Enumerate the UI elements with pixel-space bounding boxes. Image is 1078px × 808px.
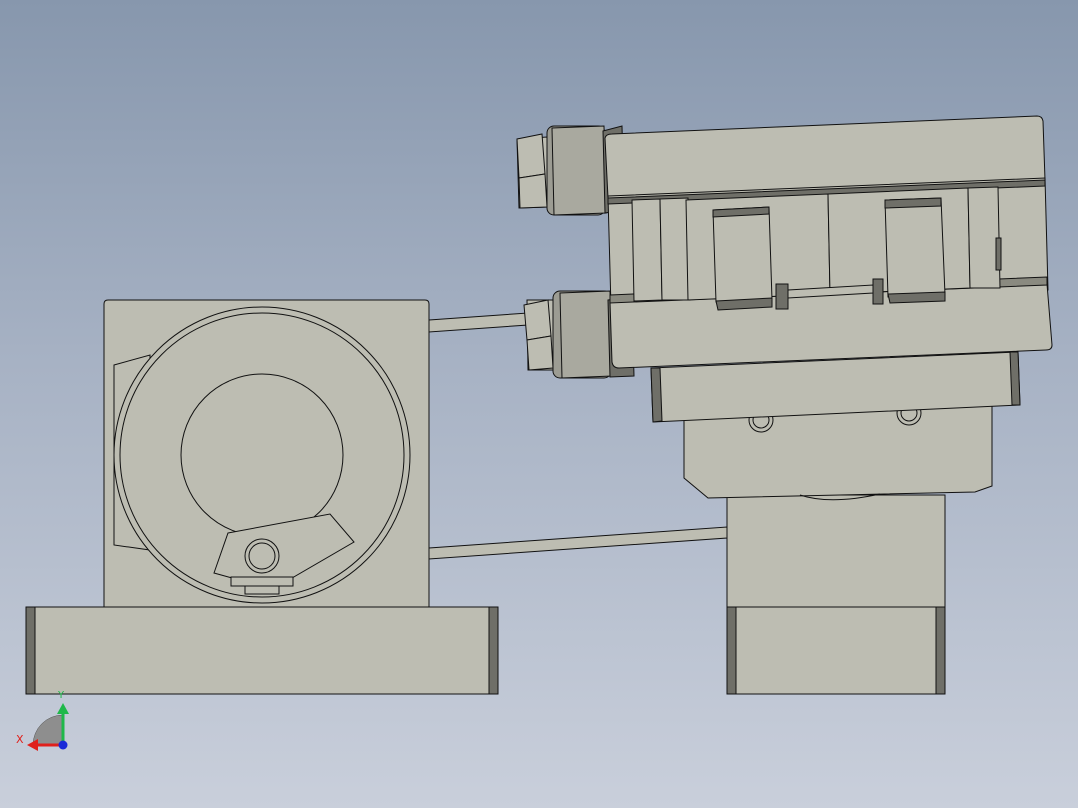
x-axis-arrow-icon: [27, 739, 38, 751]
assembly-model-view[interactable]: [0, 0, 1078, 808]
y-axis-label: Y: [58, 690, 65, 701]
motor-housing[interactable]: [103, 299, 430, 608]
right-base-plate[interactable]: [726, 606, 946, 695]
cad-graphics-viewport[interactable]: X Y: [0, 0, 1078, 808]
z-axis-dot-icon: [58, 740, 68, 750]
support-column[interactable]: [683, 394, 993, 608]
x-axis-label: X: [16, 733, 24, 746]
upper-module[interactable]: [604, 115, 1053, 369]
coordinate-triad: [27, 703, 69, 751]
left-base-plate[interactable]: [25, 606, 499, 695]
y-axis-arrow-icon: [57, 703, 69, 714]
